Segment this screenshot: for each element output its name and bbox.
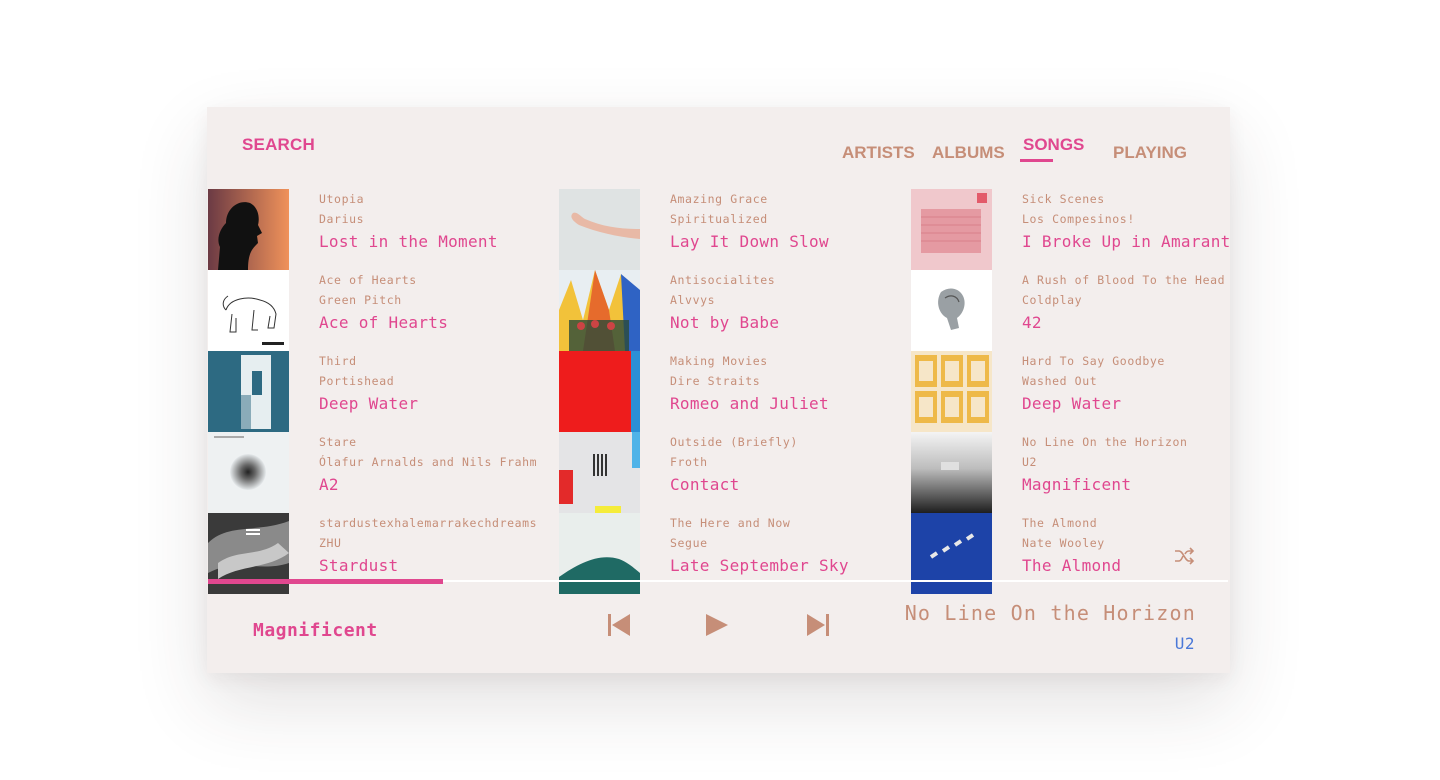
song-artist: Froth <box>670 455 708 469</box>
song-title: Late September Sky <box>670 556 849 575</box>
album-art <box>911 189 992 270</box>
song-artist: Green Pitch <box>319 293 402 307</box>
song-artist: Washed Out <box>1022 374 1098 388</box>
song-item[interactable]: Antisocialites Alvvys Not by Babe <box>559 270 899 351</box>
song-album: Making Movies <box>670 354 768 368</box>
song-title: The Almond <box>1022 556 1122 575</box>
song-album: No Line On the Horizon <box>1022 435 1188 449</box>
song-title: 42 <box>1022 313 1042 332</box>
album-art <box>208 189 289 270</box>
song-artist: Alvvys <box>670 293 716 307</box>
tab-playing[interactable]: PLAYING <box>1113 143 1187 163</box>
song-album: Sick Scenes <box>1022 192 1105 206</box>
song-artist: Darius <box>319 212 365 226</box>
album-art <box>911 351 992 432</box>
tab-albums[interactable]: ALBUMS <box>932 143 1005 163</box>
music-player-window: SEARCH ARTISTS ALBUMS SONGS PLAYING Utop… <box>207 107 1230 673</box>
song-item[interactable]: Making Movies Dire Straits Romeo and Jul… <box>559 351 899 432</box>
song-artist: Los Compesinos! <box>1022 212 1135 226</box>
skip-previous-icon[interactable] <box>607 613 631 641</box>
search-link[interactable]: SEARCH <box>242 135 315 155</box>
song-album: A Rush of Blood To the Head <box>1022 273 1226 287</box>
song-album: Ace of Hearts <box>319 273 417 287</box>
song-album: The Here and Now <box>670 516 791 530</box>
song-item[interactable]: Stare Ólafur Arnalds and Nils Frahm A2 <box>208 432 548 513</box>
song-artist: Dire Straits <box>670 374 761 388</box>
song-album: Amazing Grace <box>670 192 768 206</box>
shuffle-icon[interactable] <box>1173 546 1195 570</box>
song-title: Deep Water <box>319 394 419 413</box>
song-title: Lay It Down Slow <box>670 232 829 251</box>
album-art <box>559 270 640 351</box>
song-item[interactable]: Utopia Darius Lost in the Moment <box>208 189 548 270</box>
album-art <box>208 351 289 432</box>
song-album: Antisocialites <box>670 273 776 287</box>
song-item[interactable]: Third Portishead Deep Water <box>208 351 548 432</box>
song-album: Outside (Briefly) <box>670 435 798 449</box>
song-title: Ace of Hearts <box>319 313 449 332</box>
tab-songs[interactable]: SONGS <box>1023 135 1084 155</box>
song-item[interactable]: No Line On the Horizon U2 Magnificent <box>911 432 1230 513</box>
album-art <box>208 432 289 513</box>
active-tab-indicator <box>1020 159 1053 162</box>
song-title: Romeo and Juliet <box>670 394 829 413</box>
song-item[interactable]: A Rush of Blood To the Head Coldplay 42 <box>911 270 1230 351</box>
album-art <box>911 270 992 351</box>
tab-artists[interactable]: ARTISTS <box>842 143 915 163</box>
song-title: Deep Water <box>1022 394 1122 413</box>
song-title: A2 <box>319 475 339 494</box>
song-title: Not by Babe <box>670 313 780 332</box>
now-playing-artist[interactable]: U2 <box>1175 634 1195 653</box>
song-title: I Broke Up in Amarante <box>1022 232 1230 251</box>
song-album: stardustexhalemarrakechdreams <box>319 516 538 530</box>
play-icon[interactable] <box>705 613 729 641</box>
song-artist: Nate Wooley <box>1022 536 1105 550</box>
album-art <box>559 189 640 270</box>
song-artist: Portishead <box>319 374 395 388</box>
song-artist: ZHU <box>319 536 342 550</box>
song-title: Lost in the Moment <box>319 232 498 251</box>
album-art <box>911 432 992 513</box>
song-album: Stare <box>319 435 357 449</box>
song-album: The Almond <box>1022 516 1098 530</box>
song-title: Contact <box>670 475 740 494</box>
song-artist: Ólafur Arnalds and Nils Frahm <box>319 455 538 469</box>
song-title: Magnificent <box>1022 475 1132 494</box>
song-album: Utopia <box>319 192 365 206</box>
song-artist: Coldplay <box>1022 293 1083 307</box>
song-item[interactable]: Ace of Hearts Green Pitch Ace of Hearts <box>208 270 548 351</box>
song-album: Hard To Say Goodbye <box>1022 354 1165 368</box>
song-item[interactable]: Hard To Say Goodbye Washed Out Deep Wate… <box>911 351 1230 432</box>
album-art <box>208 270 289 351</box>
song-item[interactable]: Sick Scenes Los Compesinos! I Broke Up i… <box>911 189 1230 270</box>
song-title: Stardust <box>319 556 399 575</box>
album-art <box>559 351 640 432</box>
song-artist: U2 <box>1022 455 1038 469</box>
song-item[interactable]: Amazing Grace Spiritualized Lay It Down … <box>559 189 899 270</box>
song-artist: Segue <box>670 536 708 550</box>
now-playing-title: Magnificent <box>253 620 378 641</box>
now-playing-album: No Line On the Horizon <box>904 601 1196 625</box>
song-item[interactable]: Outside (Briefly) Froth Contact <box>559 432 899 513</box>
album-art <box>559 432 640 513</box>
progress-fill <box>208 579 443 584</box>
skip-next-icon[interactable] <box>806 613 830 641</box>
song-artist: Spiritualized <box>670 212 768 226</box>
song-album: Third <box>319 354 357 368</box>
